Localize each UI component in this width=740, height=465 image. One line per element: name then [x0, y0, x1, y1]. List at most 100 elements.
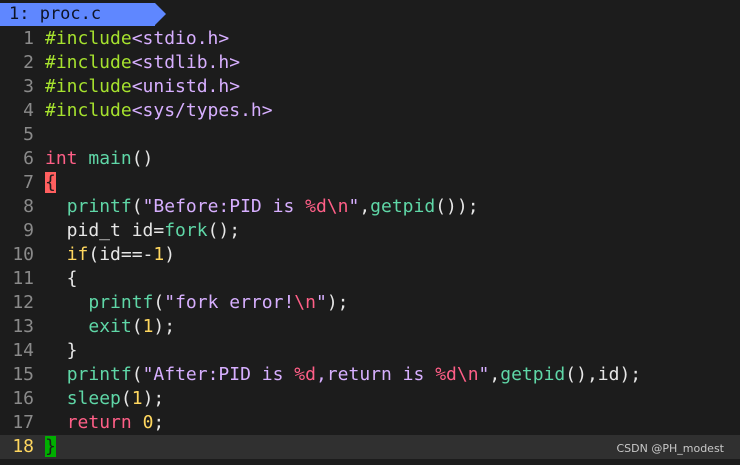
watermark: CSDN @PH_modest [616, 442, 724, 455]
line-number: 12 [12, 292, 34, 313]
code-token: return [66, 412, 132, 433]
code-token: sleep [66, 388, 121, 409]
code-token: #include [45, 100, 132, 121]
code-token: \n [294, 292, 316, 313]
code-token: , [359, 196, 371, 217]
code-token: <sys/types.h> [131, 100, 273, 121]
tabline: 1: proc.c [0, 0, 740, 26]
code-line[interactable]: 12 printf("fork error!\n"); [0, 291, 740, 315]
code-text: #include<stdlib.h> [45, 51, 240, 75]
code-token: pid_t id= [45, 220, 165, 241]
code-line[interactable]: 2 #include<stdlib.h> [0, 51, 740, 75]
code-token: ); [326, 292, 349, 313]
code-token: { [45, 268, 78, 289]
code-editor[interactable]: 1 #include<stdio.h> 2 #include<stdlib.h> 3 #i… [0, 27, 740, 459]
line-number: 18 [12, 436, 34, 457]
code-text: pid_t id=fork(); [45, 219, 240, 243]
code-text: printf("Before:PID is %d\n",getpid()); [45, 195, 479, 219]
code-token: ; [153, 412, 165, 433]
line-number: 1 [23, 28, 34, 49]
code-token: { [45, 172, 56, 193]
code-token: <stdio.h> [131, 28, 230, 49]
code-line[interactable]: 1 #include<stdio.h> [0, 27, 740, 51]
code-line[interactable]: 15 printf("After:PID is %d,return is %d\… [0, 363, 740, 387]
code-token: ( [120, 388, 132, 409]
code-token: printf [88, 292, 154, 313]
code-token: %d [294, 364, 316, 385]
code-token: "Before:PID is [142, 196, 306, 217]
code-token: %d\n [435, 364, 479, 385]
code-line[interactable]: 11 { [0, 267, 740, 291]
code-line[interactable]: 9 pid_t id=fork(); [0, 219, 740, 243]
code-text: #include<stdio.h> [45, 27, 229, 51]
code-text: { [45, 171, 56, 195]
code-line[interactable]: 14 } [0, 339, 740, 363]
code-token: printf [66, 364, 132, 385]
code-line[interactable]: 3 #include<unistd.h> [0, 75, 740, 99]
code-token: <unistd.h> [131, 76, 241, 97]
code-line[interactable]: 7{ [0, 171, 740, 195]
code-text: #include<unistd.h> [45, 75, 240, 99]
code-token: printf [66, 196, 132, 217]
line-number: 14 [12, 340, 34, 361]
code-token: %d\n [305, 196, 349, 217]
code-line[interactable]: 13 exit(1); [0, 315, 740, 339]
code-token: getpid [500, 364, 566, 385]
code-token: (id==- [88, 244, 154, 265]
code-text: printf("After:PID is %d,return is %d\n",… [45, 363, 641, 387]
code-text: sleep(1); [45, 387, 165, 411]
code-token: #include [45, 52, 132, 73]
code-text: { [45, 267, 78, 291]
code-token: ( [131, 196, 143, 217]
code-token: fork [164, 220, 208, 241]
code-text: } [45, 339, 78, 363]
code-token: ) [164, 244, 176, 265]
code-line[interactable]: 4 #include<sys/types.h> [0, 99, 740, 123]
code-text: } [45, 435, 56, 459]
code-token: ()); [435, 196, 479, 217]
tab-proc-c[interactable]: 1: proc.c [0, 3, 166, 26]
line-number: 8 [23, 196, 34, 217]
code-token: #include [45, 28, 132, 49]
code-token: } [45, 340, 78, 361]
line-number: 16 [12, 388, 34, 409]
code-line[interactable]: 10 if(id==-1) [0, 243, 740, 267]
code-token: 1 [142, 316, 154, 337]
code-token: 1 [131, 388, 143, 409]
line-number: 15 [12, 364, 34, 385]
code-text: if(id==-1) [45, 243, 175, 267]
code-token: ( [131, 316, 143, 337]
code-line[interactable]: 16 sleep(1); [0, 387, 740, 411]
line-number: 3 [23, 76, 34, 97]
code-line[interactable]: 8 printf("Before:PID is %d\n",getpid()); [0, 195, 740, 219]
code-token: " [348, 196, 360, 217]
code-token: #include [45, 76, 132, 97]
code-token: 0 [142, 412, 154, 433]
line-number: 7 [23, 172, 34, 193]
code-token: ); [142, 388, 165, 409]
line-number: 9 [23, 220, 34, 241]
line-number: 5 [23, 124, 34, 145]
code-token: exit [88, 316, 132, 337]
code-token: ); [153, 316, 176, 337]
line-number: 4 [23, 100, 34, 121]
code-token: <stdlib.h> [131, 52, 241, 73]
code-token: "After:PID is [142, 364, 295, 385]
code-text: return 0; [45, 411, 165, 435]
code-token: getpid [370, 196, 436, 217]
code-token: , [489, 364, 501, 385]
code-line[interactable]: 17 return 0; [0, 411, 740, 435]
code-line[interactable]: 5 [0, 123, 740, 147]
code-line[interactable]: 6 int main() [0, 147, 740, 171]
line-number: 13 [12, 316, 34, 337]
line-number: 17 [12, 412, 34, 433]
code-text: printf("fork error!\n"); [45, 291, 349, 315]
code-token: " [315, 292, 327, 313]
